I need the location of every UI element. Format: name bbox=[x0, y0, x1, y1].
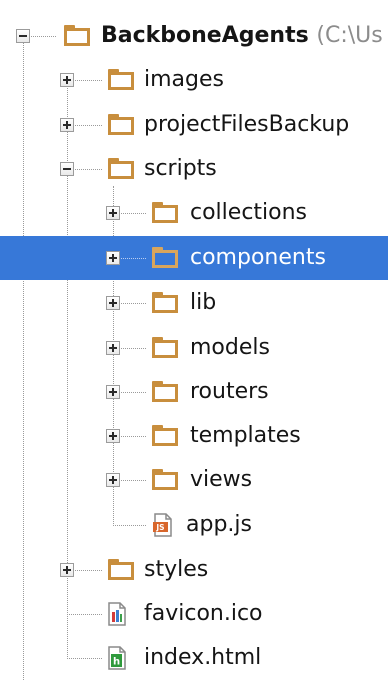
folder-icon bbox=[108, 114, 136, 136]
tree-node-routers[interactable]: routers bbox=[0, 370, 388, 414]
folder-icon bbox=[64, 25, 92, 47]
folder-icon bbox=[108, 559, 136, 581]
svg-text:h: h bbox=[113, 657, 120, 668]
tree-node-label: components bbox=[190, 245, 326, 270]
folder-icon bbox=[152, 247, 180, 269]
tree-node-label: favicon.ico bbox=[144, 601, 263, 626]
tree-node-label: scripts bbox=[144, 156, 217, 181]
expand-toggle-icon[interactable] bbox=[106, 429, 120, 443]
expand-toggle-icon[interactable] bbox=[106, 251, 120, 265]
js-file-icon: JS bbox=[153, 513, 172, 537]
tree-node-label: app.js bbox=[186, 512, 252, 537]
expand-toggle-icon[interactable] bbox=[60, 118, 74, 132]
collapse-toggle-icon[interactable] bbox=[16, 29, 30, 43]
tree-node-app-js[interactable]: JS app.js bbox=[0, 503, 388, 547]
tree-node-root[interactable]: BackboneAgents (C:\Us bbox=[0, 14, 388, 58]
tree-node-label: images bbox=[144, 67, 224, 92]
image-file-icon bbox=[108, 602, 126, 626]
tree-node-views[interactable]: views bbox=[0, 458, 388, 502]
tree-node-components[interactable]: components bbox=[0, 236, 388, 280]
tree-node-label: projectFilesBackup bbox=[144, 112, 350, 137]
folder-icon bbox=[152, 469, 180, 491]
tree-node-styles[interactable]: styles bbox=[0, 548, 388, 592]
folder-icon bbox=[152, 425, 180, 447]
tree-node-label: index.html bbox=[144, 645, 262, 670]
expand-toggle-icon[interactable] bbox=[106, 206, 120, 220]
tree-node-label: lib bbox=[190, 290, 217, 315]
tree-node-lib[interactable]: lib bbox=[0, 281, 388, 325]
folder-icon bbox=[108, 158, 136, 180]
tree-node-index-html[interactable]: h index.html bbox=[0, 636, 388, 680]
tree-node-models[interactable]: models bbox=[0, 326, 388, 370]
expand-toggle-icon[interactable] bbox=[60, 73, 74, 87]
tree-node-templates[interactable]: templates bbox=[0, 414, 388, 458]
expand-toggle-icon[interactable] bbox=[106, 385, 120, 399]
folder-icon bbox=[108, 69, 136, 91]
tree-node-label: views bbox=[190, 467, 253, 492]
collapse-toggle-icon[interactable] bbox=[60, 162, 74, 176]
project-tree[interactable]: BackboneAgents (C:\Us images projectFile… bbox=[0, 0, 388, 680]
expand-toggle-icon[interactable] bbox=[60, 563, 74, 577]
tree-node-label: templates bbox=[190, 423, 301, 448]
tree-node-label: routers bbox=[190, 379, 269, 404]
tree-node-scripts[interactable]: scripts bbox=[0, 147, 388, 191]
expand-toggle-icon[interactable] bbox=[106, 473, 120, 487]
tree-node-label: BackboneAgents (C:\Us bbox=[101, 24, 383, 48]
tree-node-images[interactable]: images bbox=[0, 58, 388, 102]
html-file-icon: h bbox=[108, 646, 126, 670]
project-name: BackboneAgents bbox=[101, 23, 309, 48]
tree-node-label: styles bbox=[144, 557, 209, 582]
folder-icon bbox=[152, 337, 180, 359]
folder-icon bbox=[152, 292, 180, 314]
expand-toggle-icon[interactable] bbox=[106, 341, 120, 355]
expand-toggle-icon[interactable] bbox=[106, 296, 120, 310]
tree-node-projectfilesbackup[interactable]: projectFilesBackup bbox=[0, 103, 388, 147]
folder-icon bbox=[152, 381, 180, 403]
tree-node-favicon[interactable]: favicon.ico bbox=[0, 592, 388, 636]
tree-node-collections[interactable]: collections bbox=[0, 191, 388, 235]
project-path-hint: (C:\Us bbox=[316, 23, 383, 48]
tree-node-label: collections bbox=[190, 200, 308, 225]
folder-icon bbox=[152, 202, 180, 224]
tree-node-label: models bbox=[190, 335, 270, 360]
js-badge: JS bbox=[155, 523, 164, 532]
